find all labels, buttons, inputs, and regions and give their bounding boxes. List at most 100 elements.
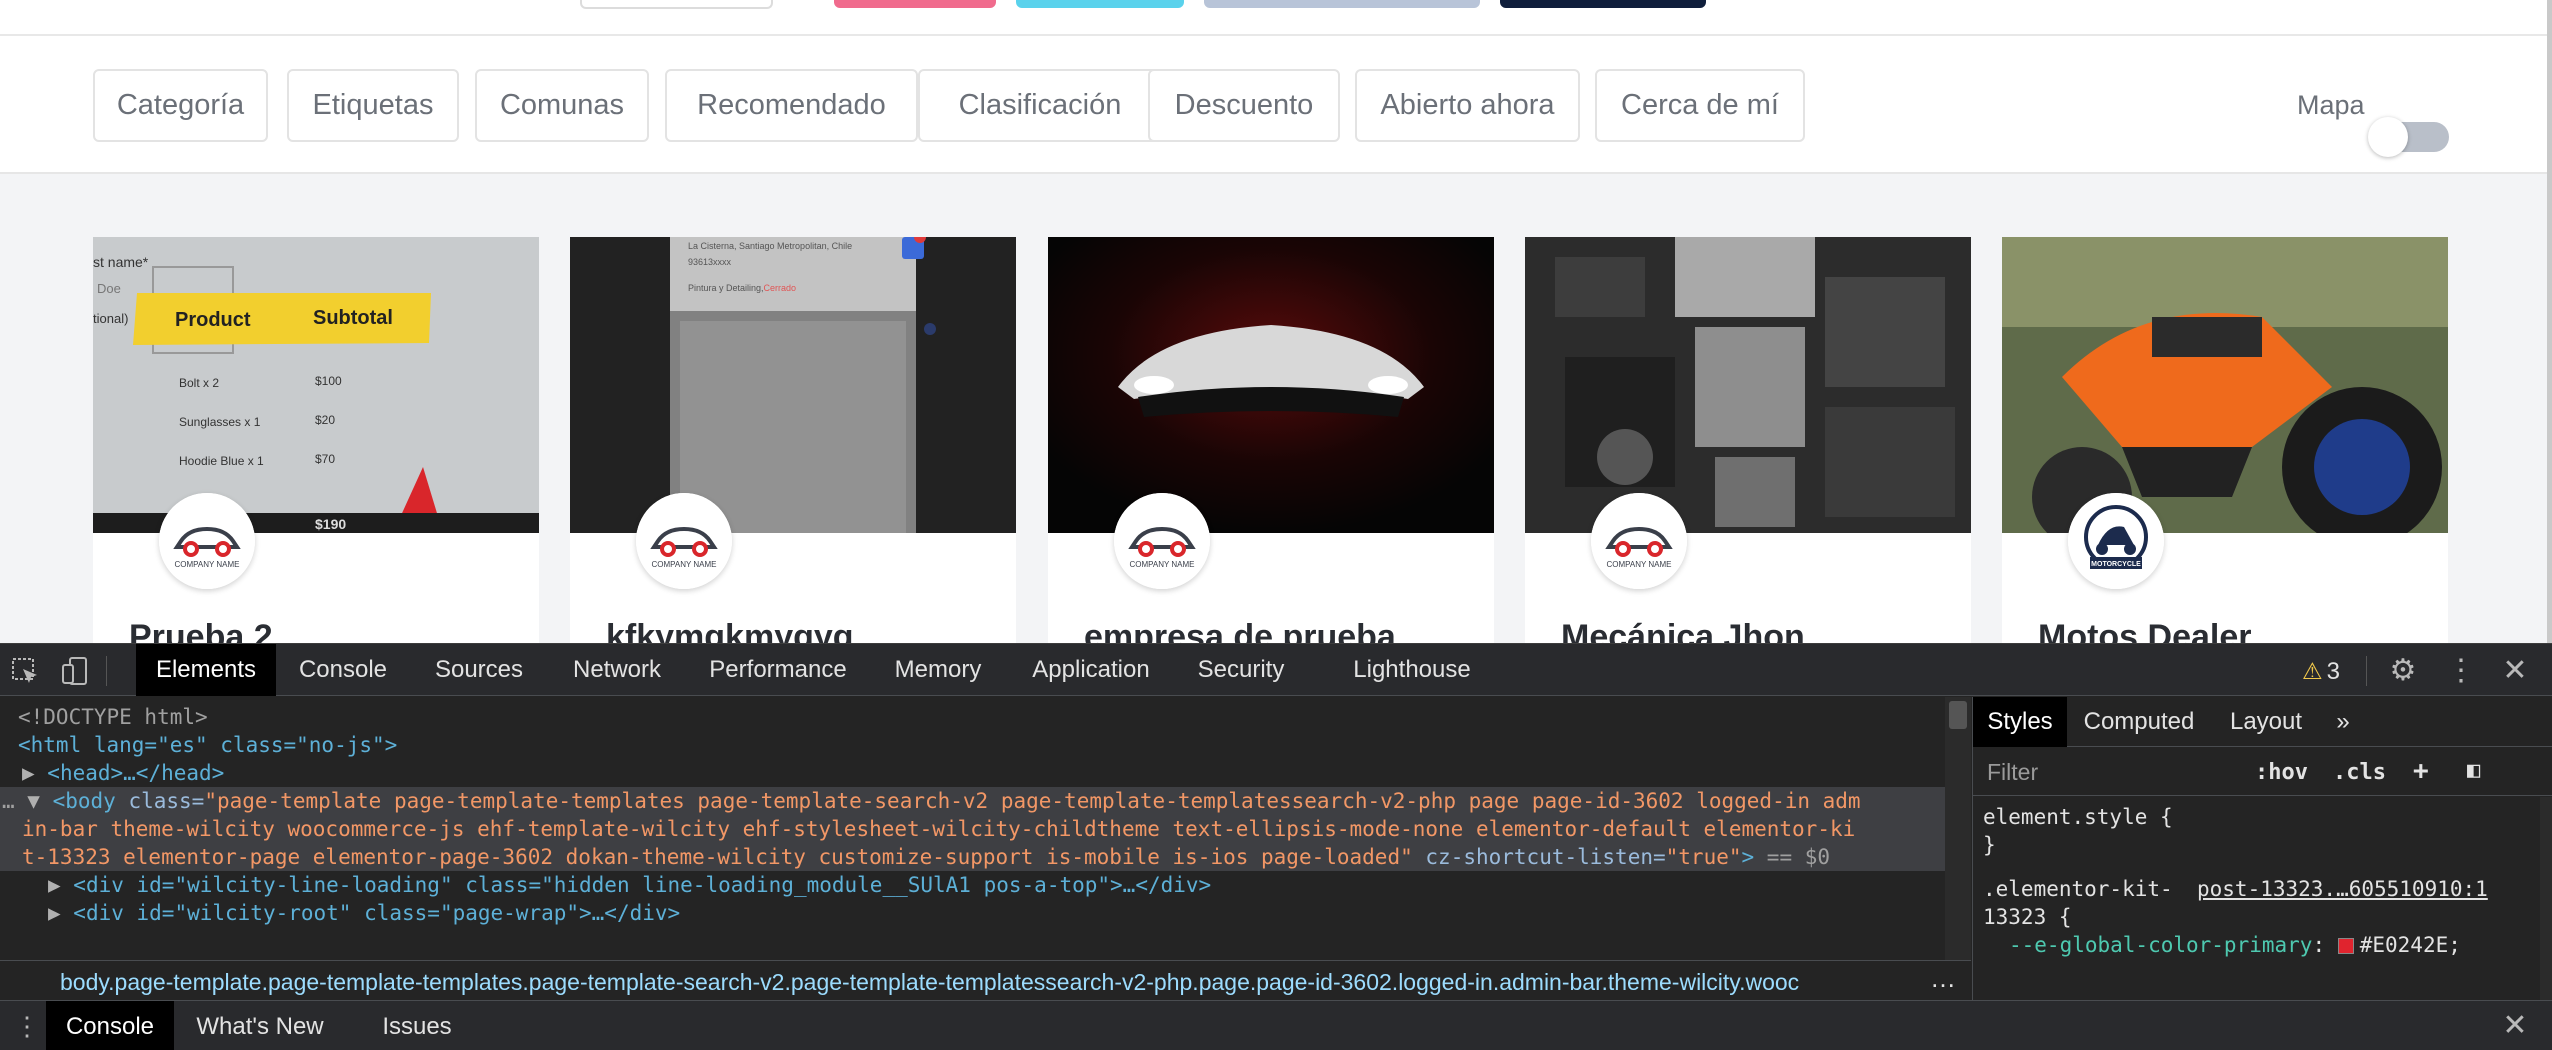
drawer-menu-icon[interactable]: ⋮ bbox=[14, 1013, 40, 1039]
close-drawer-icon[interactable]: ✕ bbox=[2498, 1009, 2532, 1043]
logo-text: COMPANY NAME bbox=[1129, 560, 1194, 569]
collapse-arrow-icon[interactable]: ▼ bbox=[27, 789, 52, 813]
color-swatch[interactable] bbox=[2337, 938, 2354, 954]
styles-tab-bar: Styles Computed Layout » bbox=[1973, 697, 2552, 747]
card-title[interactable]: empresa de prueba bbox=[1084, 617, 1396, 643]
elements-scrollbar[interactable] bbox=[1945, 697, 1971, 960]
drawer-tab-issues[interactable]: Issues bbox=[362, 1001, 472, 1050]
styles-scrollbar[interactable] bbox=[2540, 797, 2552, 1000]
tab-styles[interactable]: Styles bbox=[1973, 697, 2067, 747]
filter-chip-etiquetas[interactable]: Etiquetas bbox=[287, 69, 459, 142]
card-title[interactable]: Prueba 2 bbox=[129, 617, 273, 643]
tab-console[interactable]: Console bbox=[284, 644, 402, 696]
more-tabs-chevron-icon[interactable]: » bbox=[2323, 697, 2363, 747]
phone-number: 93613xxxx bbox=[688, 257, 732, 267]
card-title[interactable]: Mecánica Jhon bbox=[1561, 617, 1805, 643]
device-toolbar-icon[interactable] bbox=[60, 656, 90, 686]
element-style-close: } bbox=[1983, 833, 1996, 857]
listing-card[interactable]: COMPANY NAME Mecánica Jhon bbox=[1525, 237, 1971, 643]
company-logo-avatar: COMPANY NAME bbox=[159, 493, 255, 589]
drawer-tab-console[interactable]: Console bbox=[46, 1001, 174, 1050]
elements-dom-tree[interactable]: <!DOCTYPE html> <html lang="es" class="n… bbox=[0, 697, 1945, 960]
top-search-input-edge[interactable] bbox=[580, 0, 773, 9]
filter-chip-recomendado[interactable]: Recomendado bbox=[665, 69, 918, 142]
styles-filter-input[interactable] bbox=[1987, 756, 2227, 788]
filter-chip-comunas[interactable]: Comunas bbox=[475, 69, 649, 142]
filter-chip-clasificacion[interactable]: Clasificación bbox=[918, 69, 1162, 142]
receipt-price-1: $100 bbox=[315, 374, 342, 388]
warning-icon: ⚠ bbox=[2302, 658, 2323, 684]
card-title[interactable]: kfkymgkmygyg bbox=[606, 617, 854, 643]
card-title[interactable]: Motos Dealer bbox=[2038, 617, 2252, 643]
warnings-badge[interactable]: ⚠ 3 bbox=[2302, 656, 2340, 686]
top-pink-button-edge[interactable] bbox=[834, 0, 996, 8]
dom-line-html[interactable]: <html lang="es" class="no-js"> bbox=[0, 731, 1945, 759]
tab-layout[interactable]: Layout bbox=[2211, 697, 2321, 747]
screen: Categoría Etiquetas Comunas Recomendado … bbox=[0, 0, 2552, 1050]
listing-card[interactable]: La Cisterna, Santiago Metropolitan, Chil… bbox=[570, 237, 1016, 643]
card-thumbnail-receipt: st name* Doe tional) Product Subtotal Bo… bbox=[93, 237, 539, 533]
tab-application[interactable]: Application bbox=[1018, 644, 1164, 696]
tab-sources[interactable]: Sources bbox=[420, 644, 538, 696]
tab-network[interactable]: Network bbox=[558, 644, 676, 696]
warning-count: 3 bbox=[2326, 658, 2340, 685]
listing-card[interactable]: MOTORCYCLE Motos Dealer bbox=[2002, 237, 2448, 643]
filter-chip-abierto-ahora[interactable]: Abierto ahora bbox=[1355, 69, 1580, 142]
tab-security[interactable]: Security bbox=[1182, 644, 1300, 696]
filter-bar: Categoría Etiquetas Comunas Recomendado … bbox=[0, 36, 2547, 174]
website-viewport: Categoría Etiquetas Comunas Recomendado … bbox=[0, 0, 2552, 643]
breadcrumb-more-icon[interactable]: … bbox=[1930, 963, 1956, 994]
top-cyan-button-edge[interactable] bbox=[1016, 0, 1184, 8]
map-toggle-knob bbox=[2368, 117, 2408, 157]
hover-state-toggle[interactable]: :hov bbox=[2255, 760, 2308, 785]
tab-elements[interactable]: Elements bbox=[136, 644, 276, 696]
dom-line-div-root[interactable]: ▶ <div id="wilcity-root" class="page-wra… bbox=[0, 899, 1945, 927]
logo-text: COMPANY NAME bbox=[651, 560, 716, 569]
new-style-rule-icon[interactable]: + bbox=[2413, 756, 2429, 786]
css-rule-selector[interactable]: .elementor-kit- bbox=[1983, 875, 2173, 903]
class-toggle[interactable]: .cls bbox=[2333, 760, 2386, 785]
map-toggle[interactable] bbox=[2368, 117, 2449, 157]
more-options-icon[interactable]: ⋮ bbox=[2444, 654, 2478, 688]
page-scrollbar[interactable] bbox=[2547, 0, 2552, 643]
receipt-optional-label: tional) bbox=[93, 311, 128, 326]
top-gray-button-edge[interactable] bbox=[1204, 0, 1480, 8]
filter-chip-cerca-de-mi[interactable]: Cerca de mí bbox=[1595, 69, 1805, 142]
listing-card[interactable]: st name* Doe tional) Product Subtotal Bo… bbox=[93, 237, 539, 643]
close-devtools-icon[interactable]: ✕ bbox=[2498, 654, 2532, 688]
tab-performance[interactable]: Performance bbox=[696, 644, 860, 696]
dom-line-head[interactable]: ▶ <head>…</head> bbox=[0, 759, 1945, 787]
svg-text:Pintura y Detailing,Cerrado: Pintura y Detailing,Cerrado bbox=[688, 283, 796, 293]
dom-line-doctype[interactable]: <!DOCTYPE html> bbox=[0, 703, 1945, 731]
tab-memory[interactable]: Memory bbox=[876, 644, 1000, 696]
tab-lighthouse[interactable]: Lighthouse bbox=[1340, 644, 1484, 696]
logo-text: MOTORCYCLE bbox=[2091, 561, 2141, 568]
card-thumbnail-engine-bay bbox=[1525, 237, 1971, 533]
tab-computed[interactable]: Computed bbox=[2069, 697, 2209, 747]
top-navy-button-edge[interactable] bbox=[1500, 0, 1706, 8]
expand-arrow-icon[interactable]: ▶ bbox=[22, 761, 47, 785]
filter-chip-descuento[interactable]: Descuento bbox=[1148, 69, 1340, 142]
filter-chip-categoria[interactable]: Categoría bbox=[93, 69, 268, 142]
company-logo-avatar: COMPANY NAME bbox=[1591, 493, 1687, 589]
car-logo-icon: COMPANY NAME bbox=[159, 493, 255, 589]
map-label: Mapa bbox=[2297, 90, 2365, 120]
receipt-col-product: Product bbox=[175, 309, 251, 331]
phone-category: Pintura y Detailing, bbox=[688, 283, 764, 293]
toggle-sidebar-icon[interactable]: ◧ bbox=[2467, 758, 2480, 783]
drawer-tab-whats-new[interactable]: What's New bbox=[180, 1001, 340, 1050]
element-style-rule[interactable]: element.style { bbox=[1983, 803, 2173, 831]
inspect-element-icon[interactable] bbox=[10, 656, 40, 686]
scroll-thumb[interactable] bbox=[1949, 701, 1967, 729]
company-logo-avatar: COMPANY NAME bbox=[1114, 493, 1210, 589]
css-property-line[interactable]: --e-global-color-primary: #E0242E; bbox=[2009, 931, 2461, 959]
expand-arrow-icon[interactable]: ▶ bbox=[48, 873, 73, 897]
dom-line-div-loading[interactable]: ▶ <div id="wilcity-line-loading" class="… bbox=[0, 871, 1945, 899]
motorcycle-logo-icon: MOTORCYCLE bbox=[2068, 493, 2164, 589]
expand-arrow-icon[interactable]: ▶ bbox=[48, 901, 73, 925]
settings-gear-icon[interactable]: ⚙ bbox=[2386, 654, 2420, 688]
dom-breadcrumb[interactable]: body.page-template.page-template-templat… bbox=[60, 969, 1920, 996]
css-rule-source-link[interactable]: post-13323.…605510910:1 bbox=[2197, 877, 2488, 901]
car-logo-icon: COMPANY NAME bbox=[1114, 493, 1210, 589]
listing-card[interactable]: COMPANY NAME empresa de prueba bbox=[1048, 237, 1494, 643]
